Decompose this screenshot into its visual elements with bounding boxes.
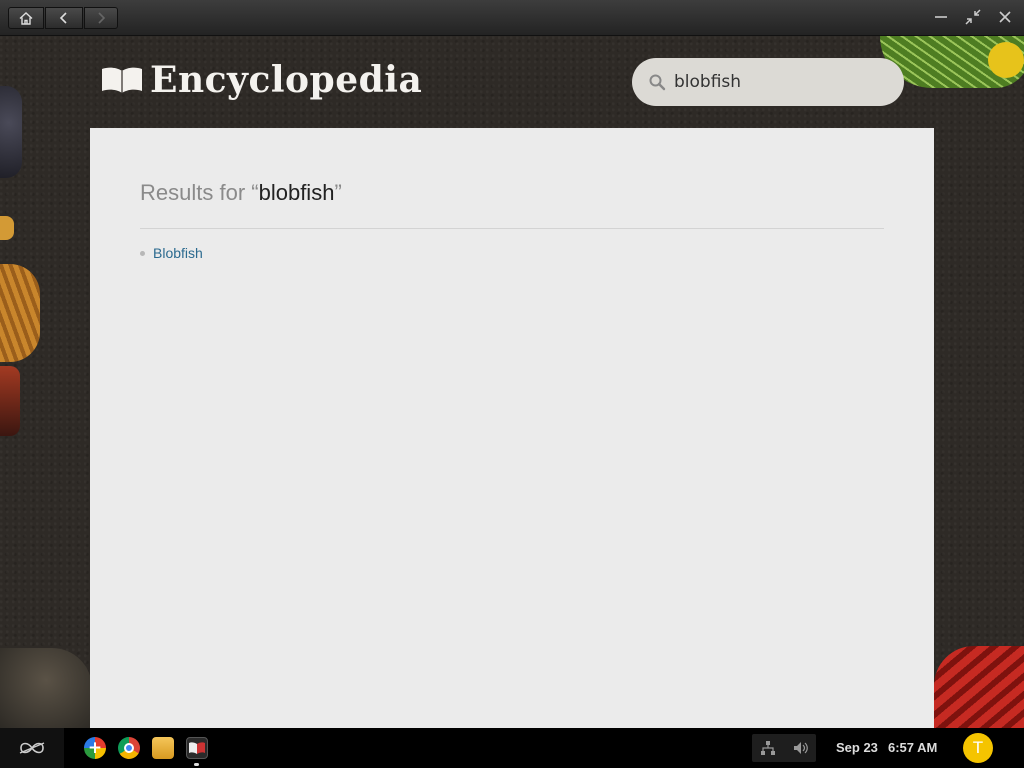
wood-puzzle-piece <box>0 264 40 362</box>
results-list: Blobfish <box>140 244 203 262</box>
files-icon[interactable] <box>152 737 174 759</box>
close-button[interactable] <box>996 8 1014 26</box>
restore-button[interactable] <box>964 8 982 26</box>
window-titlebar <box>0 0 1024 36</box>
infinity-icon <box>19 742 45 754</box>
taskbar: + Sep 23 6:57 AM T <box>0 728 1024 768</box>
search-box[interactable] <box>632 58 904 106</box>
plus-icon: + <box>87 738 103 758</box>
encyclopedia-app-icon[interactable] <box>186 737 208 759</box>
result-link-blobfish[interactable]: Blobfish <box>153 245 203 261</box>
app-title: Encyclopedia <box>150 59 423 101</box>
wood-puzzle-piece-small <box>0 216 14 240</box>
stone-puzzle-piece <box>0 86 22 178</box>
results-query: blobfish <box>258 180 335 205</box>
clock-time[interactable]: 6:57 AM <box>888 740 937 755</box>
chevron-right-icon <box>98 12 106 24</box>
restore-icon <box>965 9 981 25</box>
chevron-left-icon <box>59 12 67 24</box>
results-heading-prefix: Results for <box>140 180 252 205</box>
results-open-quote: “ <box>251 180 259 205</box>
forward-button[interactable] <box>84 7 118 29</box>
app-menu-button[interactable] <box>0 728 64 768</box>
close-icon <box>999 11 1011 23</box>
add-app-icon[interactable]: + <box>84 737 106 759</box>
divider <box>140 228 884 229</box>
back-button[interactable] <box>45 7 83 29</box>
open-book-icon <box>102 67 142 93</box>
clock-date[interactable]: Sep 23 <box>836 740 878 755</box>
minimize-icon <box>935 16 947 18</box>
chrome-icon[interactable] <box>118 737 140 759</box>
search-icon <box>649 74 666 91</box>
home-button[interactable] <box>8 7 44 29</box>
user-avatar[interactable]: T <box>963 733 993 763</box>
open-book-icon <box>189 742 205 754</box>
system-tray[interactable] <box>752 734 816 762</box>
results-heading: Results for “blobfish” <box>140 180 342 206</box>
volume-icon[interactable] <box>792 740 808 756</box>
list-item: Blobfish <box>140 244 203 262</box>
content-panel: Results for “blobfish” Blobfish <box>90 128 934 728</box>
red-puzzle-piece <box>0 366 20 436</box>
red-fabric-puzzle-piece <box>934 646 1024 728</box>
results-close-quote: ” <box>334 180 342 205</box>
yellow-puzzle-piece <box>988 42 1024 78</box>
running-indicator <box>194 763 199 766</box>
app-brand: Encyclopedia <box>100 58 422 102</box>
network-icon[interactable] <box>760 740 776 756</box>
home-icon <box>19 11 33 25</box>
search-input[interactable] <box>674 72 874 92</box>
bullet <box>140 250 145 256</box>
rock-puzzle-piece <box>0 648 92 728</box>
minimize-button[interactable] <box>932 8 950 26</box>
